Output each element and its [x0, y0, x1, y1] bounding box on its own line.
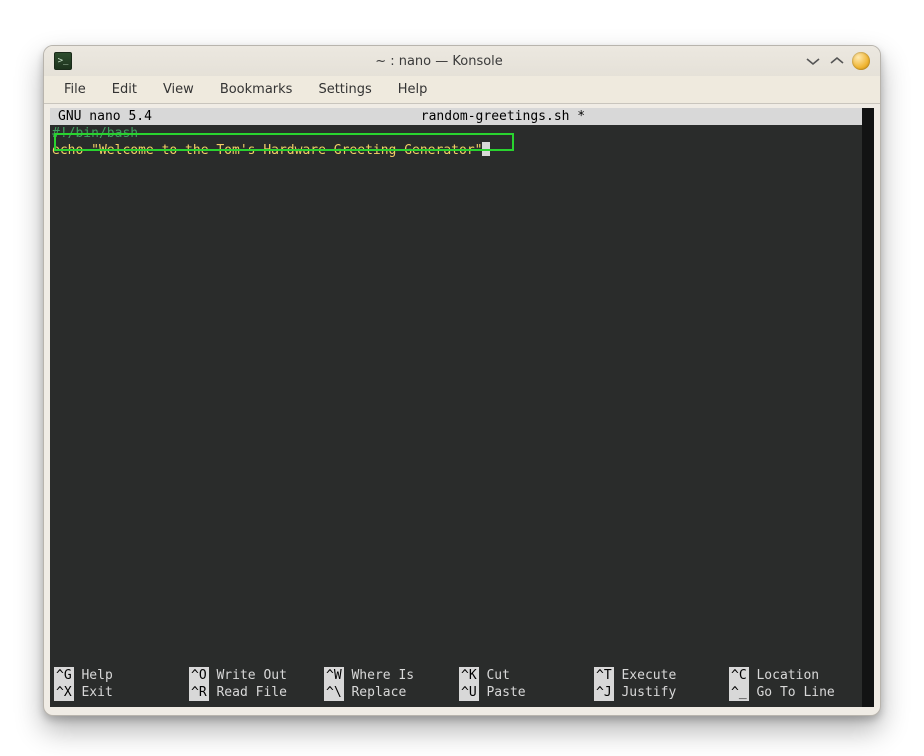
menu-bookmarks[interactable]: Bookmarks — [208, 78, 305, 101]
sc-location: ^C Location — [729, 667, 858, 684]
sc-replace: ^\ Replace — [324, 684, 453, 701]
sc-whereis: ^W Where Is — [324, 667, 453, 684]
titlebar[interactable]: ~ : nano — Konsole — [44, 46, 880, 76]
konsole-window: ~ : nano — Konsole File Edit View Bookma… — [43, 45, 881, 716]
sc-justify: ^J Justify — [594, 684, 723, 701]
menu-help[interactable]: Help — [386, 78, 440, 101]
sc-execute: ^T Execute — [594, 667, 723, 684]
text-cursor — [482, 142, 490, 156]
editor-line-echo[interactable]: echo "Welcome to the Tom's Hardware Gree… — [50, 142, 862, 159]
sc-cut: ^K Cut — [459, 667, 588, 684]
close-button[interactable] — [852, 52, 870, 70]
terminal-icon — [54, 52, 72, 70]
sc-exit: ^X Exit — [54, 684, 183, 701]
menubar: File Edit View Bookmarks Settings Help — [44, 76, 880, 104]
window-title: ~ : nano — Konsole — [80, 54, 798, 69]
sc-readfile: ^R Read File — [189, 684, 318, 701]
nano-app-name: GNU nano 5.4 — [50, 108, 152, 125]
nano-header: GNU nano 5.4 random-greetings.sh * — [50, 108, 862, 125]
terminal-area[interactable]: GNU nano 5.4 random-greetings.sh * #!/bi… — [50, 108, 874, 707]
sc-help: ^G Help — [54, 667, 183, 684]
sc-gotoline: ^_ Go To Line — [729, 684, 858, 701]
menu-view[interactable]: View — [151, 78, 206, 101]
sc-paste: ^U Paste — [459, 684, 588, 701]
nano-filename: random-greetings.sh * — [152, 108, 854, 125]
menu-file[interactable]: File — [52, 78, 98, 101]
nano-modified-flag — [854, 108, 862, 125]
menu-edit[interactable]: Edit — [100, 78, 149, 101]
editor-line-shebang[interactable]: #!/bin/bash — [50, 125, 862, 142]
minimize-button[interactable] — [804, 54, 822, 68]
menu-settings[interactable]: Settings — [306, 78, 383, 101]
nano-shortcuts: ^G Help ^O Write Out ^W Where Is ^K Cut … — [50, 667, 862, 701]
echo-text: echo "Welcome to the Tom's Hardware Gree… — [52, 143, 482, 158]
sc-writeout: ^O Write Out — [189, 667, 318, 684]
maximize-button[interactable] — [828, 54, 846, 68]
